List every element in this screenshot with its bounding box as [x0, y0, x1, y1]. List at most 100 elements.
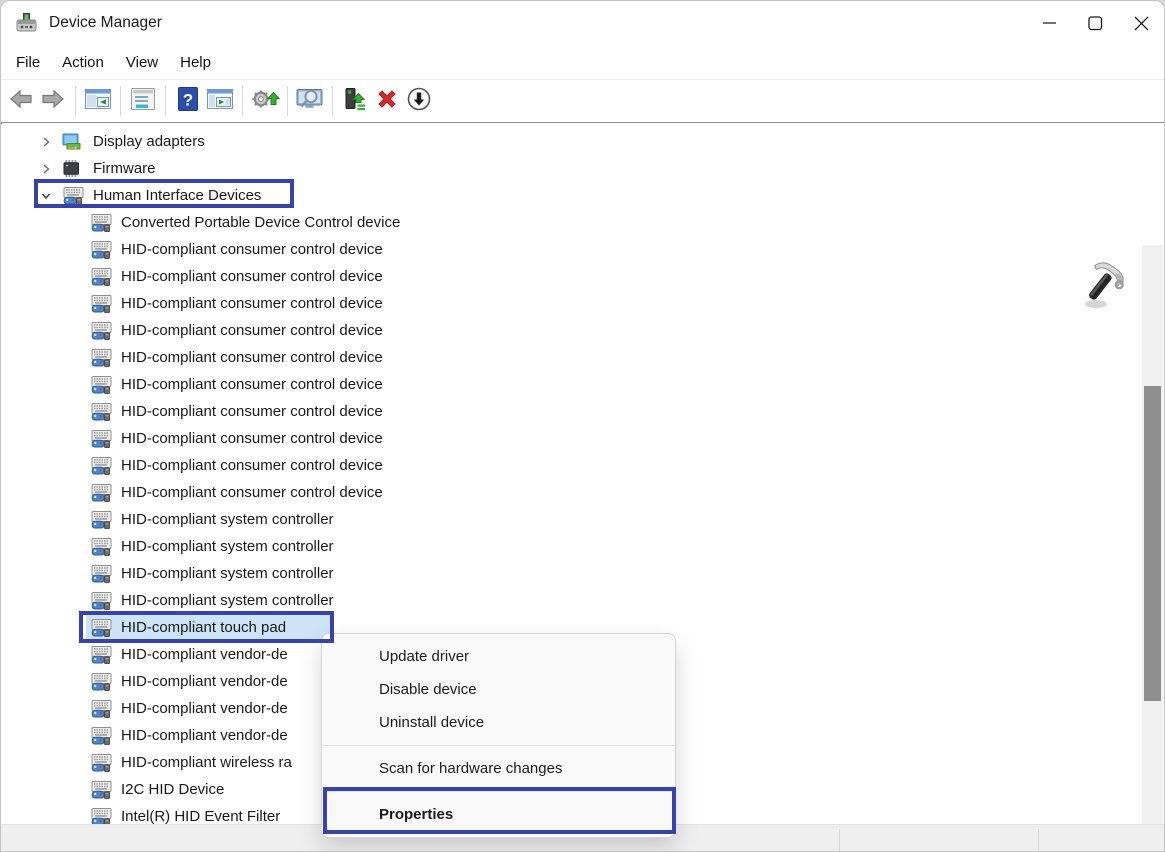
tree-item-label: HID-compliant consumer control device — [121, 295, 383, 312]
tree-item-label: HID-compliant system controller — [121, 565, 334, 582]
tree-item-label: Display adapters — [93, 133, 205, 150]
vertical-scrollbar[interactable] — [1142, 245, 1163, 824]
tree-item[interactable]: HID-compliant consumer control device — [2, 452, 1140, 479]
tree-item[interactable]: HID-compliant consumer control device — [2, 317, 1140, 344]
uninstall-device-button[interactable] — [372, 85, 402, 117]
context-menu-item-uninstall-device[interactable]: Uninstall device — [322, 706, 675, 739]
tree-item-label: HID-compliant vendor-de — [121, 673, 288, 690]
minimize-button[interactable] — [1026, 1, 1072, 45]
tree-item-label: HID-compliant consumer control device — [121, 268, 383, 285]
tree-item[interactable]: HID-compliant system controller — [2, 587, 1140, 614]
hid-icon — [90, 322, 112, 340]
tree-item-label: HID-compliant consumer control device — [121, 403, 383, 420]
hid-icon — [90, 511, 112, 529]
tree-item[interactable]: HID-compliant system controller — [2, 560, 1140, 587]
forward-button[interactable] — [38, 85, 68, 117]
scan-hardware-button[interactable] — [295, 85, 325, 117]
menu-help[interactable]: Help — [169, 50, 222, 75]
tree-item-label: HID-compliant consumer control device — [121, 430, 383, 447]
menu-file[interactable]: File — [5, 50, 51, 75]
help-icon: ? — [176, 86, 200, 117]
disable-device-button[interactable] — [404, 85, 434, 117]
tree-item-label: HID-compliant system controller — [121, 511, 334, 528]
tree-item[interactable]: Firmware — [2, 155, 1140, 182]
update-driver-software-button[interactable] — [250, 85, 280, 117]
chevron-right-icon[interactable] — [38, 161, 54, 177]
hid-icon — [90, 781, 112, 799]
hid-icon — [90, 700, 112, 718]
tree-item[interactable]: HID-compliant consumer control device — [2, 425, 1140, 452]
show-console-tree-button[interactable] — [83, 85, 113, 117]
menu-view[interactable]: View — [115, 50, 169, 75]
tree-item[interactable]: HID-compliant consumer control device — [2, 398, 1140, 425]
hid-icon — [90, 295, 112, 313]
tree-item-label: Human Interface Devices — [93, 187, 261, 204]
tree-item-label: HID-compliant consumer control device — [121, 376, 383, 393]
tree-item-label: HID-compliant consumer control device — [121, 484, 383, 501]
properties-pane-icon — [129, 86, 157, 117]
hid-icon — [90, 484, 112, 502]
tree-item-label: Firmware — [93, 160, 156, 177]
context-menu-item-properties[interactable]: Properties — [322, 798, 675, 831]
tree-item[interactable]: HID-compliant consumer control device — [2, 344, 1140, 371]
tree-item-label: HID-compliant vendor-de — [121, 700, 288, 717]
back-icon — [8, 86, 34, 117]
tree-item[interactable]: HID-compliant consumer control device — [2, 479, 1140, 506]
hid-icon — [90, 808, 112, 825]
tree-item[interactable]: HID-compliant consumer control device — [2, 236, 1140, 263]
properties-pane-button[interactable] — [128, 85, 158, 117]
hid-icon — [90, 619, 112, 637]
forward-icon — [40, 86, 66, 117]
show-action-pane-button[interactable] — [205, 85, 235, 117]
close-button[interactable] — [1118, 1, 1164, 45]
svg-text:?: ? — [183, 90, 193, 109]
hid-icon — [90, 646, 112, 664]
hid-icon — [90, 754, 112, 772]
menu-action[interactable]: Action — [51, 50, 115, 75]
help-button[interactable]: ? — [173, 85, 203, 117]
tree-item-label: HID-compliant consumer control device — [121, 457, 383, 474]
scrollbar-thumb[interactable] — [1144, 386, 1161, 701]
chevron-down-icon[interactable] — [38, 188, 54, 204]
update-driver-button[interactable] — [340, 85, 370, 117]
maximize-button[interactable] — [1072, 1, 1118, 45]
tree-item[interactable]: HID-compliant consumer control device — [2, 290, 1140, 317]
context-menu-separator — [323, 791, 674, 792]
hid-icon — [90, 565, 112, 583]
hid-icon — [90, 241, 112, 259]
hid-icon — [90, 268, 112, 286]
hid-icon — [90, 430, 112, 448]
tree-item-label: Converted Portable Device Control device — [121, 214, 400, 231]
tree-item-label: HID-compliant vendor-de — [121, 727, 288, 744]
status-bar-divider — [1038, 829, 1039, 852]
show-action-pane-icon — [206, 86, 234, 117]
title-bar: Device Manager — [1, 1, 1164, 45]
hid-icon — [90, 727, 112, 745]
tree-item[interactable]: Display adapters — [2, 128, 1140, 155]
device-manager-window: Device Manager FileActionViewHelp ? Disp… — [0, 0, 1165, 852]
tree-item[interactable]: HID-compliant consumer control device — [2, 263, 1140, 290]
context-menu-item-disable-device[interactable]: Disable device — [322, 673, 675, 706]
tree-item[interactable]: HID-compliant consumer control device — [2, 371, 1140, 398]
hid-icon — [90, 376, 112, 394]
back-button[interactable] — [6, 85, 36, 117]
tree-item[interactable]: HID-compliant system controller — [2, 533, 1140, 560]
context-menu: Update driverDisable deviceUninstall dev… — [321, 633, 676, 838]
tree-item[interactable]: HID-compliant system controller — [2, 506, 1140, 533]
hid-icon — [90, 349, 112, 367]
context-menu-item-scan-for-hardware-changes[interactable]: Scan for hardware changes — [322, 752, 675, 785]
menu-bar: FileActionViewHelp — [1, 45, 1164, 79]
tree-item-label: HID-compliant vendor-de — [121, 646, 288, 663]
chevron-right-icon[interactable] — [38, 134, 54, 150]
toolbar-separator — [120, 86, 121, 116]
toolbar-separator — [242, 86, 243, 116]
tree-item[interactable]: Human Interface Devices — [2, 182, 1140, 209]
hid-icon — [90, 457, 112, 475]
firmware-icon — [62, 160, 84, 178]
disable-device-icon — [406, 86, 432, 117]
context-menu-item-update-driver[interactable]: Update driver — [322, 640, 675, 673]
tree-item-label: HID-compliant touch pad — [121, 619, 286, 636]
tree-item[interactable]: Converted Portable Device Control device — [2, 209, 1140, 236]
hid-icon — [90, 673, 112, 691]
hid-icon — [90, 403, 112, 421]
